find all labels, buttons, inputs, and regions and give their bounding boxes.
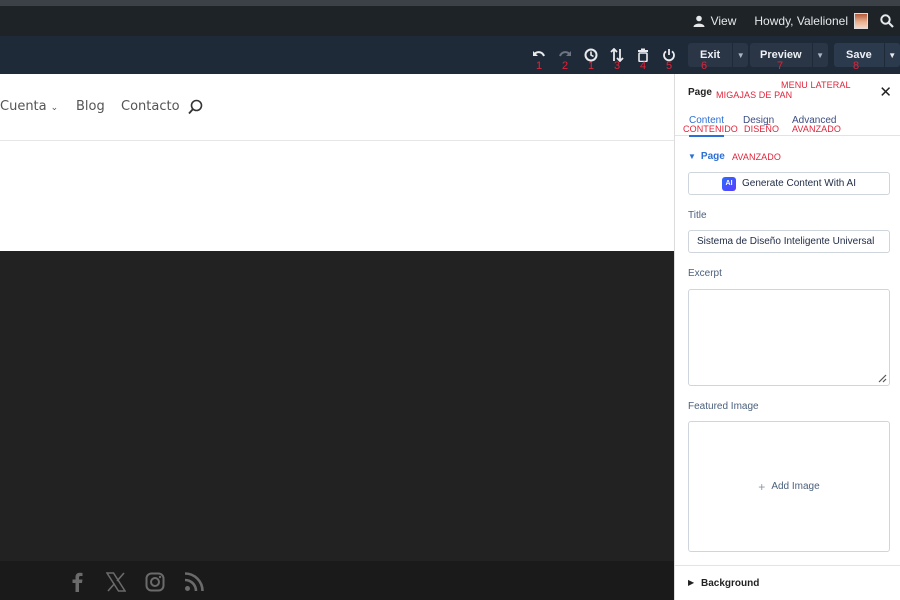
- background-label: Background: [701, 578, 760, 589]
- nav-item-cuenta[interactable]: Cuenta ⌄: [0, 99, 58, 114]
- add-image-label: Add Image: [771, 481, 820, 492]
- annotation-side-menu: MENU LATERAL: [781, 80, 851, 90]
- howdy-menu[interactable]: Howdy, Valelionel: [754, 13, 868, 29]
- section-background-toggle[interactable]: ▶ Background: [675, 565, 900, 600]
- settings-panel: Page MIGAJAS DE PAN MENU LATERAL ✕ Conte…: [674, 74, 900, 600]
- nav-divider: [0, 140, 674, 141]
- toolbar-number: 8: [852, 60, 860, 72]
- rss-icon[interactable]: [183, 571, 205, 593]
- annotation-design: DISEÑO: [744, 124, 780, 134]
- view-label: View: [710, 14, 737, 28]
- toolbar-number: 3: [613, 60, 621, 72]
- hero-section: [0, 251, 674, 561]
- annotation-content: CONTENIDO: [683, 124, 738, 134]
- app-root: View Howdy, Valelionel 1 2 1 3 4 5 Exit …: [0, 0, 900, 600]
- user-icon: [693, 15, 705, 27]
- instagram-icon[interactable]: [144, 571, 166, 593]
- panel-title: Page: [688, 87, 712, 98]
- admin-bar: View Howdy, Valelionel: [0, 0, 900, 36]
- caret-right-icon: ▶: [688, 578, 695, 587]
- resize-handle-icon[interactable]: [877, 373, 887, 383]
- howdy-label: Howdy, Valelionel: [754, 14, 848, 28]
- annotation-breadcrumbs: MIGAJAS DE PAN: [716, 90, 793, 100]
- ai-icon: AI: [722, 176, 737, 191]
- admin-bar-right: View Howdy, Valelionel: [693, 6, 900, 36]
- annotation-advanced: AVANZADO: [792, 124, 841, 134]
- featured-image-label: Featured Image: [688, 401, 759, 412]
- chevron-down-icon[interactable]: ▼: [732, 43, 748, 67]
- caret-down-icon: ▼: [688, 152, 696, 161]
- search-icon[interactable]: [188, 99, 203, 115]
- facebook-icon[interactable]: [66, 571, 88, 593]
- toolbar-number: 1: [535, 60, 543, 72]
- title-input[interactable]: Sistema de Diseño Inteligente Universal: [688, 230, 890, 253]
- site-nav: Cuenta ⌄ Blog Contacto: [0, 74, 674, 140]
- excerpt-textarea[interactable]: [688, 289, 890, 386]
- chevron-down-icon[interactable]: ▼: [883, 43, 900, 67]
- save-button[interactable]: Save ▼: [834, 43, 900, 67]
- avatar: [854, 13, 868, 29]
- search-icon[interactable]: [880, 14, 894, 28]
- plus-icon: +: [758, 479, 766, 494]
- toolbar-number: 2: [561, 60, 569, 72]
- generate-label: Generate Content With AI: [742, 178, 856, 189]
- nav-item-label: Cuenta: [0, 99, 47, 114]
- nav-item-contacto[interactable]: Contacto: [121, 99, 180, 114]
- toolbar-number: 1: [587, 60, 595, 72]
- toolbar-number: 7: [776, 60, 784, 72]
- section-label: Page: [700, 151, 725, 162]
- page-canvas: Cuenta ⌄ Blog Contacto: [0, 74, 674, 600]
- generate-content-ai-button[interactable]: AI Generate Content With AI: [688, 172, 890, 195]
- close-icon[interactable]: ✕: [879, 83, 892, 101]
- site-footer: [0, 561, 674, 600]
- toolbar-number: 6: [700, 60, 708, 72]
- nav-item-blog[interactable]: Blog: [76, 99, 105, 114]
- annotation-section: AVANZADO: [732, 152, 781, 162]
- section-page-toggle[interactable]: ▼ Page: [688, 151, 725, 162]
- view-link[interactable]: View: [693, 14, 737, 28]
- chevron-down-icon[interactable]: ▼: [811, 43, 828, 67]
- x-icon[interactable]: [105, 571, 127, 593]
- toolbar-number: 4: [639, 60, 647, 72]
- chevron-down-icon: ⌄: [50, 103, 59, 113]
- featured-image-dropzone[interactable]: + Add Image: [688, 421, 890, 552]
- excerpt-label: Excerpt: [688, 268, 722, 279]
- toolbar-number: 5: [665, 60, 673, 72]
- title-label: Title: [688, 210, 707, 221]
